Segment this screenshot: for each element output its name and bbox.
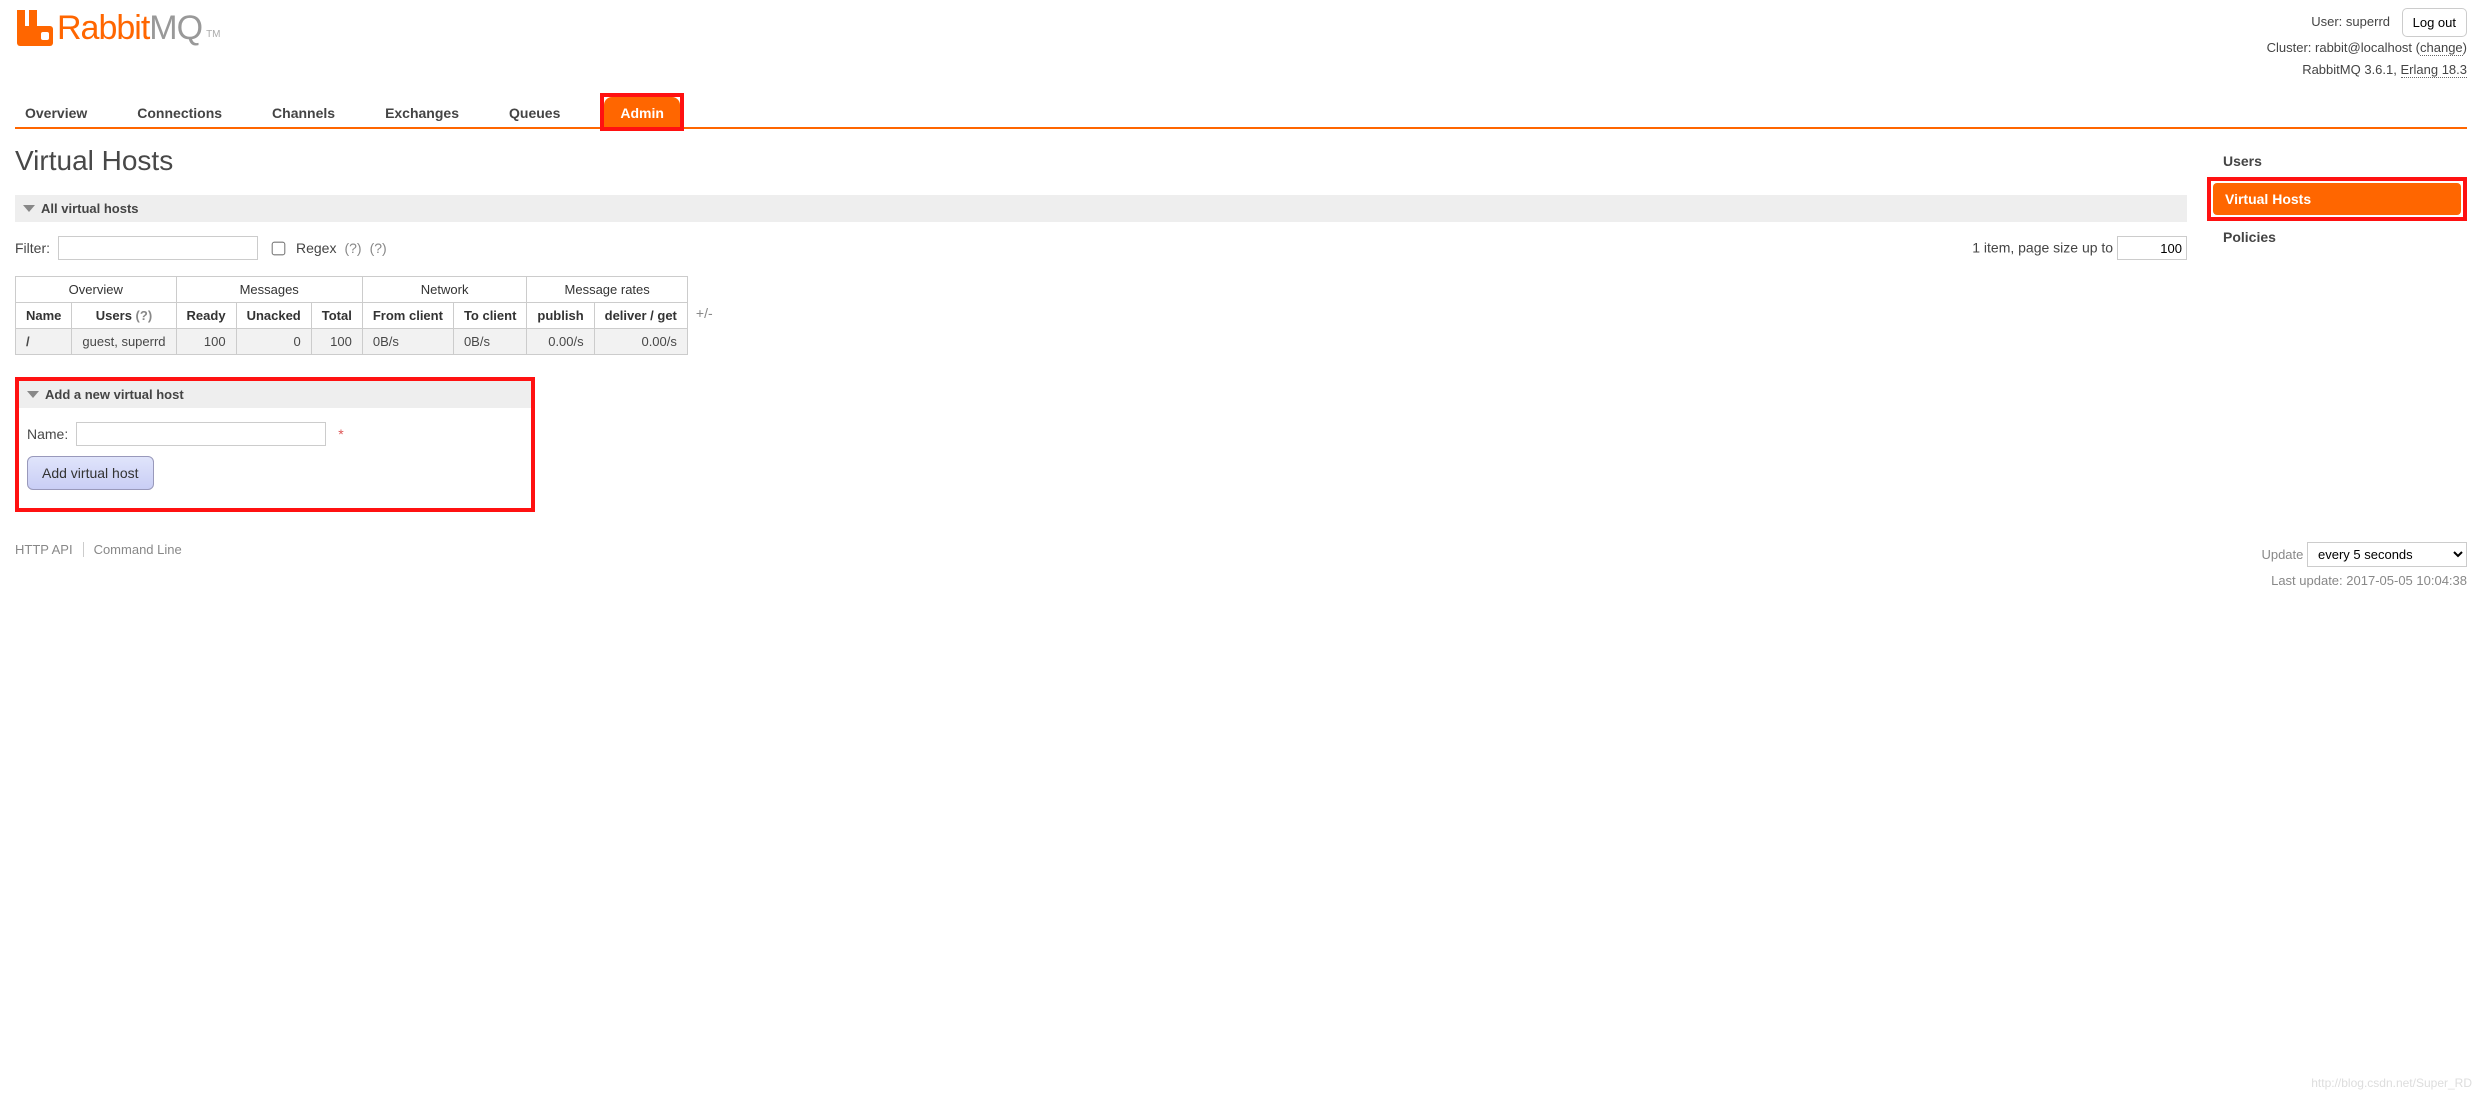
section-add-vhost-label: Add a new virtual host (45, 387, 184, 402)
vhost-name-input[interactable] (76, 422, 326, 446)
regex-label: Regex (296, 240, 336, 256)
cell-from-client: 0B/s (362, 329, 453, 355)
col-group-network: Network (362, 277, 527, 303)
cell-total: 100 (311, 329, 362, 355)
regex-help-2[interactable]: (?) (370, 240, 387, 256)
admin-highlight: Admin (600, 93, 684, 131)
col-name[interactable]: Name (16, 303, 72, 329)
cell-name[interactable]: / (16, 329, 72, 355)
cell-deliver: 0.00/s (594, 329, 687, 355)
change-cluster-link[interactable]: change (2420, 40, 2463, 56)
add-vhost-highlight: Add a new virtual host Name: * Add virtu… (15, 377, 535, 512)
chevron-down-icon (27, 391, 39, 398)
cluster-label: Cluster: (2267, 40, 2312, 55)
add-vhost-button[interactable]: Add virtual host (27, 456, 154, 490)
section-add-vhost[interactable]: Add a new virtual host (19, 381, 531, 408)
cell-ready: 100 (176, 329, 236, 355)
col-group-rates: Message rates (527, 277, 687, 303)
watermark: http://blog.csdn.net/Super_RD (2311, 1076, 2472, 1090)
cell-unacked: 0 (236, 329, 311, 355)
tab-channels[interactable]: Channels (262, 97, 345, 127)
col-unacked[interactable]: Unacked (236, 303, 311, 329)
cluster-name: rabbit@localhost (2315, 40, 2412, 55)
tab-connections[interactable]: Connections (127, 97, 232, 127)
rabbitmq-icon (15, 8, 55, 48)
col-ready[interactable]: Ready (176, 303, 236, 329)
admin-sidenav: Users (2207, 145, 2467, 177)
version-prefix: RabbitMQ (2302, 62, 2361, 77)
page-title: Virtual Hosts (15, 145, 2187, 177)
regex-checkbox[interactable] (272, 241, 286, 255)
item-count-text: 1 item, page size up to (1972, 240, 2113, 256)
logout-button[interactable]: Log out (2402, 8, 2467, 37)
erlang-link[interactable]: Erlang 18.3 (2401, 62, 2468, 78)
sidenav-users[interactable]: Users (2207, 145, 2467, 177)
col-group-overview: Overview (16, 277, 177, 303)
sidenav-highlight: Virtual Hosts (2207, 177, 2467, 221)
col-from-client[interactable]: From client (362, 303, 453, 329)
section-all-vhosts-label: All virtual hosts (41, 201, 139, 216)
version: 3.6.1 (2364, 62, 2393, 77)
regex-help-1[interactable]: (?) (344, 240, 361, 256)
last-update-value: 2017-05-05 10:04:38 (2346, 573, 2467, 588)
filter-input[interactable] (58, 236, 258, 260)
cell-to-client: 0B/s (453, 329, 526, 355)
sidenav-policies[interactable]: Policies (2207, 221, 2467, 253)
chevron-down-icon (23, 205, 35, 212)
refresh-select[interactable]: every 5 seconds (2307, 542, 2467, 567)
tab-exchanges[interactable]: Exchanges (375, 97, 469, 127)
tab-queues[interactable]: Queues (499, 97, 570, 127)
footer-links: HTTP API Command Line (15, 542, 202, 557)
update-label: Update (2261, 547, 2303, 562)
columns-toggle[interactable]: +/- (696, 305, 713, 321)
col-publish[interactable]: publish (527, 303, 594, 329)
header-status: User: superrd Log out Cluster: rabbit@lo… (2267, 8, 2467, 81)
col-total[interactable]: Total (311, 303, 362, 329)
col-users[interactable]: Users (?) (72, 303, 176, 329)
col-deliver[interactable]: deliver / get (594, 303, 687, 329)
tab-admin[interactable]: Admin (604, 97, 680, 127)
col-to-client[interactable]: To client (453, 303, 526, 329)
cell-users: guest, superrd (72, 329, 176, 355)
logo: RabbitMQ TM (15, 8, 221, 48)
section-all-vhosts[interactable]: All virtual hosts (15, 195, 2187, 222)
cell-publish: 0.00/s (527, 329, 594, 355)
vhosts-table: Overview Messages Network Message rates … (15, 276, 688, 355)
filter-label: Filter: (15, 240, 50, 256)
main-tabs: Overview Connections Channels Exchanges … (15, 93, 2467, 129)
page-size-input[interactable] (2117, 236, 2187, 260)
command-line-link[interactable]: Command Line (94, 542, 192, 557)
name-label: Name: (27, 426, 68, 442)
sidenav-virtual-hosts[interactable]: Virtual Hosts (2213, 183, 2461, 215)
required-marker: * (338, 426, 343, 442)
table-row[interactable]: / guest, superrd 100 0 100 0B/s 0B/s 0.0… (16, 329, 688, 355)
last-update-label: Last update: (2271, 573, 2343, 588)
user-label: User: (2311, 14, 2342, 29)
http-api-link[interactable]: HTTP API (15, 542, 84, 557)
user-name: superrd (2346, 14, 2390, 29)
col-group-messages: Messages (176, 277, 362, 303)
tab-overview[interactable]: Overview (15, 97, 97, 127)
